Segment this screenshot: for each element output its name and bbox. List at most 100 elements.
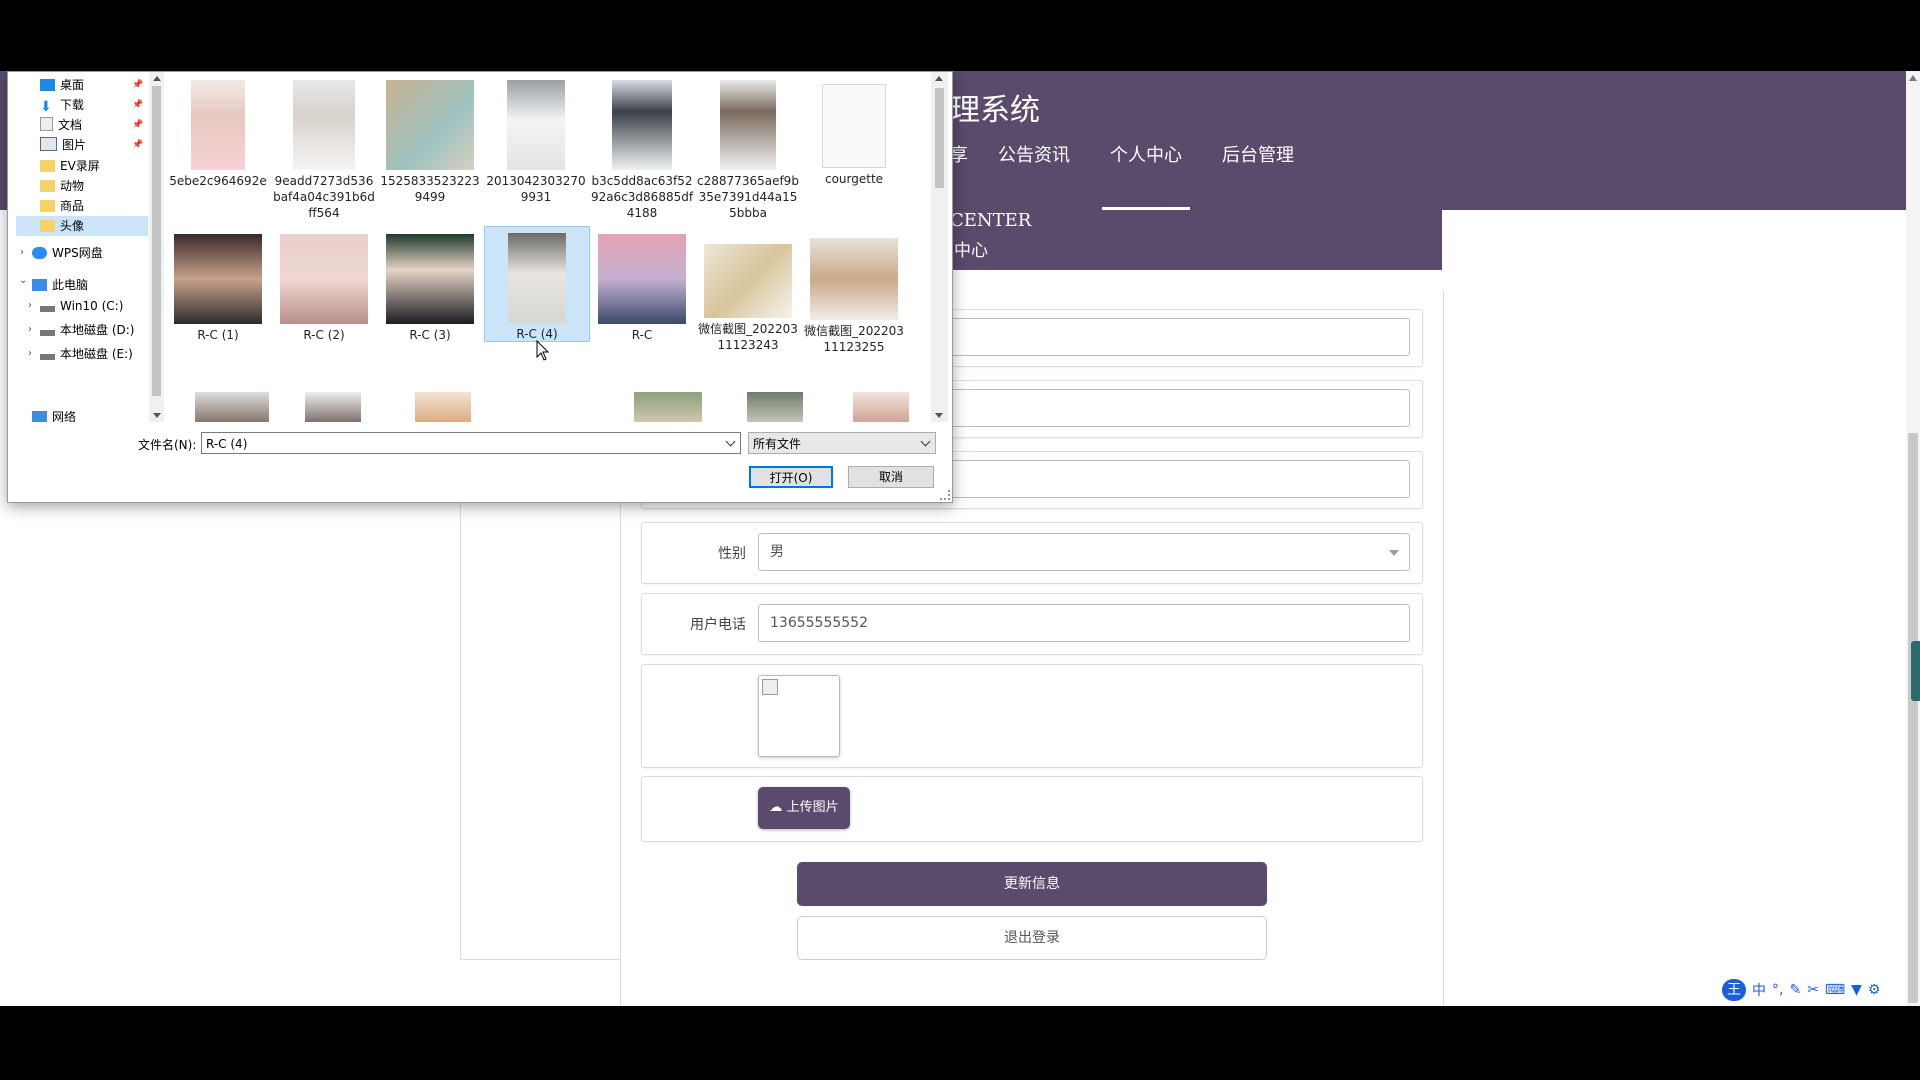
file-item[interactable]: 9eadd7273d536baf4a04c391b6dff564 [272, 74, 376, 221]
tree-item-downloads[interactable]: ⬇ 下载 [40, 95, 84, 115]
image-thumbnail [634, 392, 702, 422]
file-item[interactable]: 微信截图_20220311123243 [696, 228, 800, 353]
upload-image-button[interactable]: ☁ 上传图片 [758, 787, 850, 829]
file-item[interactable]: 5ebe2c964692e [166, 74, 270, 189]
phone-input[interactable]: 13655555552 [758, 604, 1410, 642]
image-thumbnail [191, 80, 245, 170]
navigation-scroll-thumb[interactable] [152, 86, 161, 396]
pen-icon[interactable]: ✎ [1789, 982, 1801, 998]
tree-item-this-pc[interactable]: 此电脑 [32, 275, 88, 295]
tree-item-network[interactable]: 网络 [32, 407, 76, 422]
file-list-scrollbar[interactable] [931, 72, 948, 422]
nav-item-admin[interactable]: 后台管理 [1202, 147, 1314, 210]
logout-button[interactable]: 退出登录 [797, 916, 1267, 960]
file-item[interactable]: b3c5dd8ac63f5292a6c3d86885df4188 [590, 74, 694, 221]
tree-label: Win10 (C:) [60, 299, 124, 313]
resize-grip[interactable] [940, 490, 950, 500]
skin-icon[interactable]: ▼ [1851, 982, 1862, 998]
ime-mode[interactable]: 中 [1752, 980, 1766, 1000]
open-button[interactable]: 打开(O) [749, 466, 833, 488]
file-item[interactable]: R-C (3) [378, 228, 482, 343]
tree-item-documents[interactable]: 文档 [40, 115, 82, 135]
chevron-right-icon[interactable]: › [20, 247, 24, 258]
nav-item-news[interactable]: 公告资讯 [978, 147, 1090, 210]
file-item[interactable]: c28877365aef9b35e7391d44a155bbba [696, 74, 800, 221]
mouse-cursor-icon [536, 340, 550, 361]
file-item[interactable]: 20130423032709931 [484, 74, 588, 205]
tree-item-drive-e[interactable]: 本地磁盘 (E:) [40, 344, 133, 364]
page-scrollbar[interactable] [1906, 71, 1920, 1006]
file-item[interactable]: R-C [590, 228, 694, 343]
image-thumbnail [174, 234, 262, 324]
nav-item-profile[interactable]: 个人中心 [1090, 147, 1202, 211]
image-thumbnail [195, 392, 269, 422]
file-item[interactable]: R-C (1) [166, 228, 270, 343]
scissors-icon[interactable]: ✂ [1807, 982, 1819, 998]
file-item-selected[interactable]: R-C (4) [484, 226, 590, 342]
tree-item-drive-c[interactable]: Win10 (C:) [40, 296, 123, 316]
pin-icon: 📌 [132, 80, 144, 90]
file-item[interactable]: courgette [802, 74, 906, 187]
chevron-right-icon[interactable]: › [28, 348, 32, 359]
chevron-down-icon [920, 436, 931, 447]
file-name: b3c5dd8ac63f5292a6c3d86885df4188 [590, 174, 694, 220]
file-open-dialog: 桌面 📌 ⬇ 下载 📌 文档 📌 图片 📌 EV录屏 动物 商品 头像 › WPS… [7, 71, 953, 503]
file-name: R-C (1) [197, 328, 239, 342]
scroll-down-icon[interactable] [153, 413, 161, 418]
tree-label: 头像 [60, 219, 85, 233]
phone-row: 用户电话 13655555552 [641, 593, 1423, 655]
image-thumbnail [747, 392, 803, 422]
tree-item-avatars[interactable]: 头像 [16, 216, 148, 236]
chevron-down-icon[interactable]: ⌄ [19, 275, 27, 286]
gender-select[interactable]: 男 [758, 533, 1410, 571]
site-title: 理系统 [950, 93, 1040, 128]
tree-item-pictures[interactable]: 图片 [40, 135, 86, 155]
drive-icon [40, 330, 55, 336]
nav-item-share[interactable]: 享 [950, 147, 978, 210]
gender-row: 性别 男 [641, 522, 1423, 584]
tree-item-ev[interactable]: EV录屏 [40, 156, 100, 176]
file-type-select[interactable]: 所有文件 [748, 432, 936, 454]
file-list-scroll-thumb[interactable] [935, 88, 944, 188]
computer-icon [32, 279, 47, 291]
file-item[interactable]: R-C (2) [272, 228, 376, 343]
ime-logo[interactable]: 王 [1722, 979, 1746, 1001]
page-scroll-thumb[interactable] [1908, 433, 1918, 1003]
image-thumbnail [612, 80, 672, 170]
navigation-pane: 桌面 📌 ⬇ 下载 📌 文档 📌 图片 📌 EV录屏 动物 商品 头像 › WPS… [8, 72, 148, 422]
scroll-up-icon[interactable] [935, 76, 943, 81]
gear-icon[interactable]: ⚙ [1868, 982, 1881, 998]
phone-label: 用户电话 [690, 617, 746, 633]
tree-label: 商品 [60, 199, 85, 213]
tree-item-drive-d[interactable]: 本地磁盘 (D:) [40, 320, 134, 340]
keyboard-icon[interactable]: ⌨ [1825, 982, 1845, 998]
chevron-right-icon[interactable]: › [28, 300, 32, 311]
file-item[interactable]: 15258335232239499 [378, 74, 482, 205]
scroll-down-icon[interactable] [935, 413, 943, 418]
tree-item-products[interactable]: 商品 [40, 196, 84, 216]
image-thumbnail [704, 244, 792, 318]
cancel-button[interactable]: 取消 [848, 466, 934, 488]
chevron-down-icon[interactable] [725, 436, 736, 447]
image-thumbnail [293, 80, 355, 170]
upload-button-label: 上传图片 [786, 800, 839, 815]
folder-icon [40, 220, 55, 232]
scroll-up-icon[interactable] [153, 76, 161, 81]
punctuation-icon[interactable]: °, [1772, 982, 1783, 998]
navigation-scrollbar[interactable] [149, 72, 164, 422]
side-tool-handle[interactable] [1911, 641, 1920, 701]
file-name-input[interactable]: R-C (4) [201, 432, 741, 454]
tree-item-animals[interactable]: 动物 [40, 176, 84, 196]
folder-icon [40, 180, 55, 192]
scroll-up-icon[interactable] [1909, 75, 1917, 81]
file-name: R-C [631, 328, 653, 342]
tree-item-desktop[interactable]: 桌面 [40, 75, 84, 95]
chevron-right-icon[interactable]: › [28, 324, 32, 335]
tree-item-wps[interactable]: WPS网盘 [32, 243, 103, 263]
file-item[interactable]: 微信截图_20220311123255 [802, 228, 906, 355]
page-banner: CENTER 中心 [940, 210, 1442, 270]
avatar-preview [758, 675, 840, 757]
pin-icon: 📌 [132, 120, 144, 130]
update-info-button[interactable]: 更新信息 [797, 862, 1267, 906]
chevron-down-icon [1389, 550, 1399, 556]
